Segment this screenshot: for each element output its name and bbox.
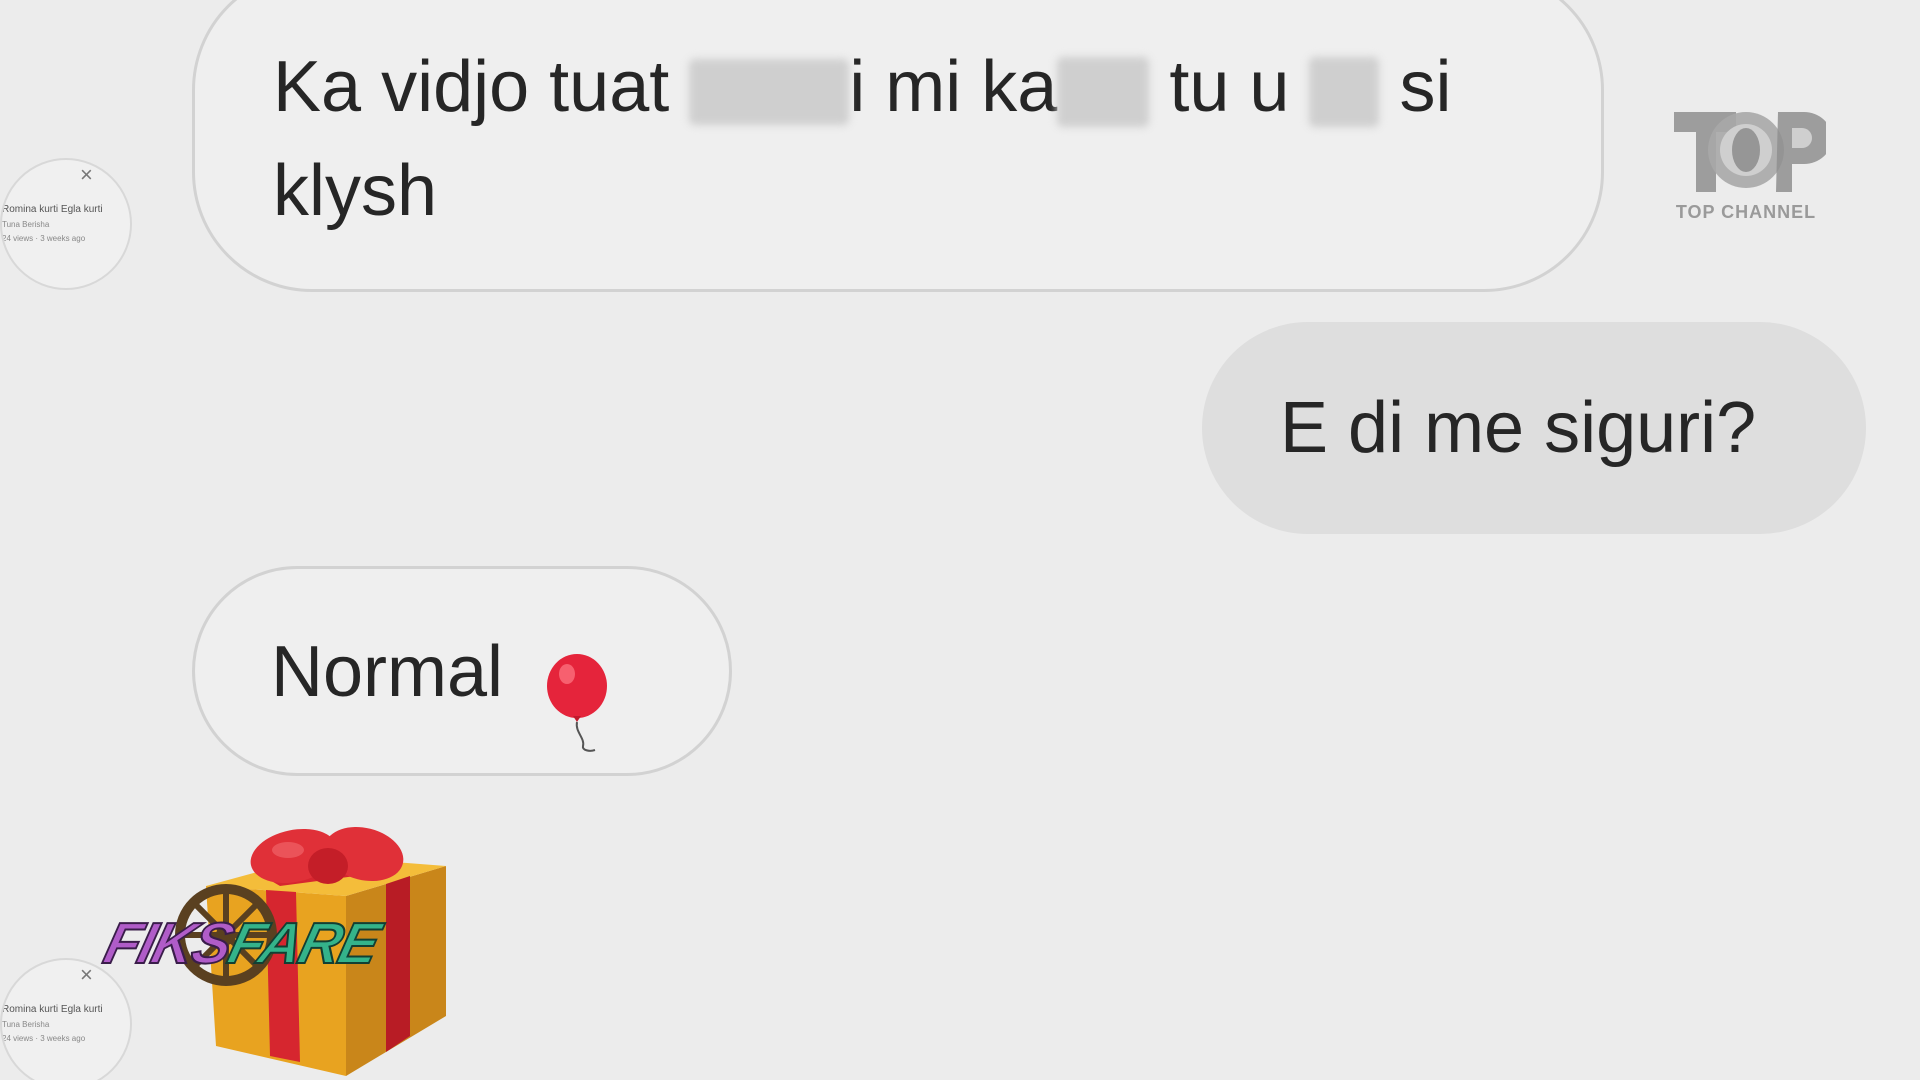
top-channel-text: TOP CHANNEL	[1675, 202, 1817, 222]
sender-avatar[interactable]: × Romina kurti Egla kurti Tuna Berisha 2…	[0, 158, 132, 290]
avatar-subtitle: Tuna Berisha	[2, 1020, 50, 1029]
message-text: tu u	[1169, 47, 1290, 127]
outgoing-message[interactable]: E di me siguri?	[1202, 322, 1866, 534]
balloon-emoji	[545, 627, 613, 752]
close-icon: ×	[80, 962, 93, 987]
incoming-message[interactable]: Ka vidjo tuat i mi ka tu u si klysh	[192, 0, 1604, 292]
top-channel-logo-mark	[1674, 112, 1832, 192]
avatar-title: Romina kurti Egla kurti	[2, 1004, 103, 1015]
censored-word	[689, 58, 850, 125]
message-text: Normal	[271, 632, 504, 712]
message-text: si	[1399, 47, 1452, 127]
top-channel-logo: TOP CHANNEL	[1666, 104, 1832, 224]
chat-screen: × Romina kurti Egla kurti Tuna Berisha 2…	[0, 0, 1920, 1080]
avatar-meta: 24 views · 3 weeks ago	[2, 1034, 86, 1043]
close-icon: ×	[80, 162, 93, 187]
message-text: E di me siguri?	[1280, 388, 1757, 468]
censored-word	[1309, 56, 1380, 127]
avatar-subtitle: Tuna Berisha	[2, 220, 50, 229]
fiks-fare-logo: FIKSFARE	[96, 880, 396, 1000]
message-text: Ka vidjo tuat	[273, 47, 670, 127]
message-text: i mi ka	[849, 47, 1058, 127]
message-text: klysh	[273, 151, 438, 231]
balloon-icon	[547, 653, 608, 752]
incoming-message[interactable]: Normal	[192, 566, 732, 776]
censored-word	[1057, 56, 1150, 127]
avatar-title: Romina kurti Egla kurti	[2, 204, 103, 215]
avatar-meta: 24 views · 3 weeks ago	[2, 234, 86, 243]
fiks-fare-wordmark: FIKSFARE	[97, 910, 386, 977]
